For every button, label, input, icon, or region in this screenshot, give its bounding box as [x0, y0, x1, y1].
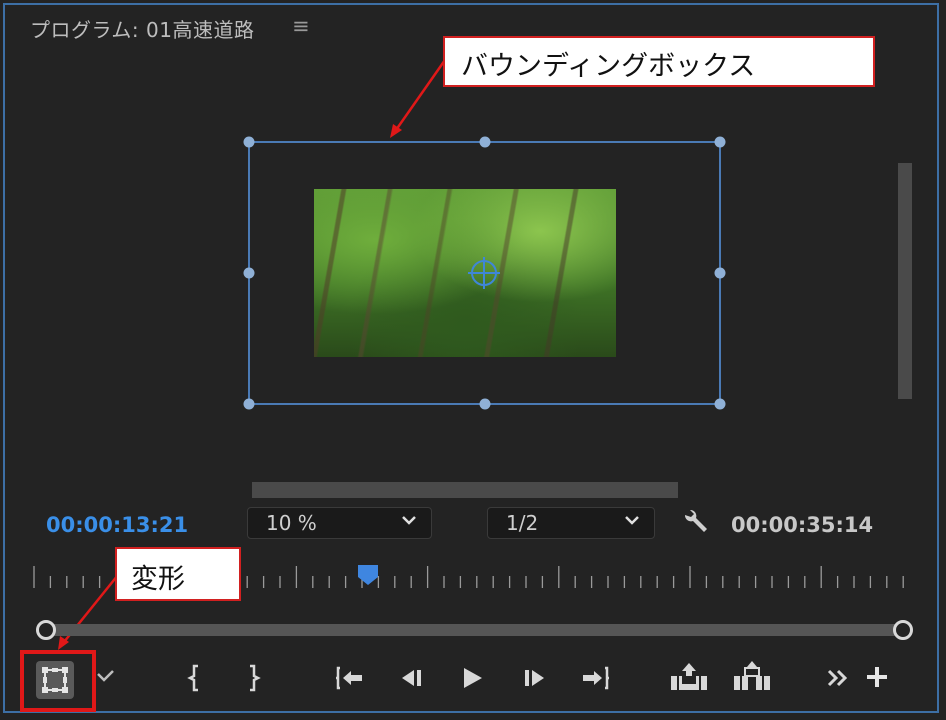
callout-bounding-box-label: バウンディングボックス	[443, 36, 875, 87]
handle-bottom-right[interactable]	[714, 398, 726, 410]
handle-bottom-left[interactable]	[243, 398, 255, 410]
lift-icon[interactable]	[668, 660, 710, 694]
playback-resolution-value: 1/2	[506, 511, 539, 535]
zoom-level-dropdown[interactable]: 10 %	[247, 507, 432, 539]
handle-top-left[interactable]	[243, 136, 255, 148]
more-icon[interactable]	[826, 666, 852, 690]
current-timecode[interactable]: 00:00:13:21	[46, 513, 188, 537]
duration-timecode: 00:00:35:14	[731, 513, 874, 537]
transform-button-bg	[36, 661, 74, 699]
chevron-down-icon	[625, 516, 639, 525]
vertical-scrollbar[interactable]	[898, 163, 912, 399]
callout-transform-label: 変形	[115, 547, 241, 601]
playhead-icon[interactable]	[357, 564, 379, 586]
zoom-handle-left[interactable]	[36, 620, 56, 640]
anchor-point-icon[interactable]	[468, 257, 500, 289]
zoom-level-value: 10 %	[266, 511, 317, 535]
extract-icon[interactable]	[731, 660, 773, 694]
playback-resolution-dropdown[interactable]: 1/2	[487, 507, 655, 539]
horizontal-scrollbar[interactable]	[252, 482, 678, 498]
chevron-down-icon	[402, 516, 416, 525]
checkmark-dropdown-icon[interactable]	[94, 664, 118, 688]
go-to-out-icon[interactable]	[580, 662, 612, 694]
go-to-in-icon[interactable]	[333, 662, 365, 694]
zoom-scroll-track[interactable]	[44, 624, 902, 636]
transform-button[interactable]	[20, 650, 96, 712]
handle-top-center[interactable]	[479, 136, 491, 148]
handle-middle-left[interactable]	[243, 267, 255, 279]
zoom-handle-right[interactable]	[893, 620, 913, 640]
annotation-overlay	[58, 59, 726, 650]
handle-bottom-center[interactable]	[479, 398, 491, 410]
handle-middle-right[interactable]	[714, 267, 726, 279]
step-forward-icon[interactable]	[518, 662, 550, 694]
mark-in-icon[interactable]	[180, 662, 212, 694]
wrench-icon[interactable]	[680, 508, 710, 538]
mark-out-icon[interactable]	[236, 662, 268, 694]
callout-arrow-bbox	[394, 59, 447, 131]
handle-top-right[interactable]	[714, 136, 726, 148]
transform-icon	[42, 667, 68, 693]
play-icon[interactable]	[456, 662, 488, 694]
add-button-icon[interactable]	[864, 664, 890, 690]
step-back-icon[interactable]	[396, 662, 428, 694]
